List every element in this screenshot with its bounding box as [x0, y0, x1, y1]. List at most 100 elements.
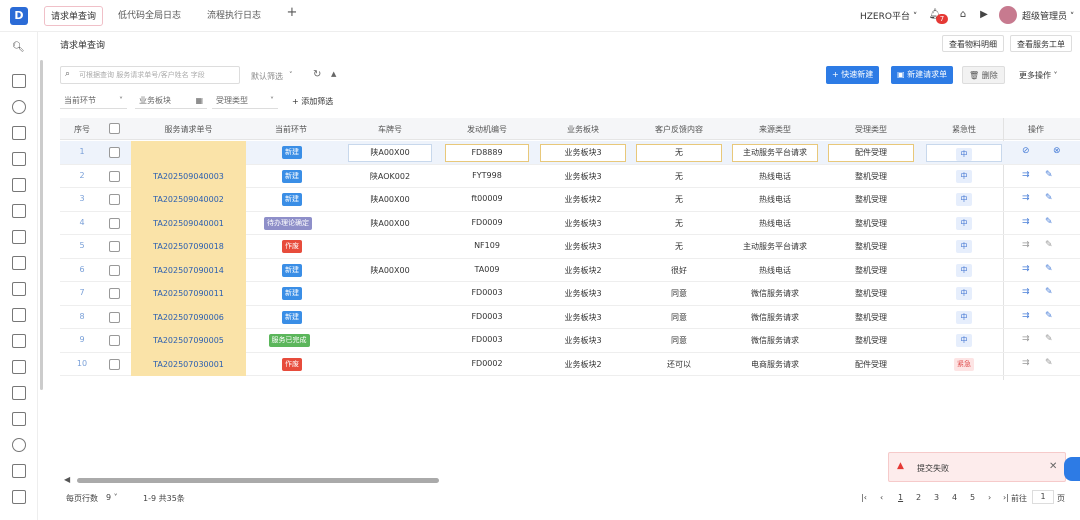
edit-icon[interactable]: ✎ — [1045, 264, 1053, 274]
confirm-icon[interactable]: ⊘ — [1022, 146, 1030, 156]
table-row[interactable]: 8 TA202507090006 新建 FD0003 业务板块3 同意 微信服务请求 整机受理… — [60, 305, 1080, 329]
row-checkbox[interactable] — [109, 194, 120, 205]
goto-page-input[interactable]: 1 — [1032, 490, 1054, 504]
rows-per-page-select[interactable]: 9 ˅ — [106, 493, 118, 502]
menu-icon-11[interactable] — [12, 334, 26, 348]
menu-icon-2[interactable] — [12, 100, 26, 114]
table-row[interactable]: 9 TA202507090005 服务已完成 FD0003 业务板块3 同意 微信服务请求 整… — [60, 329, 1080, 353]
menu-icon-4[interactable] — [12, 152, 26, 166]
menu-icon-12[interactable] — [12, 360, 26, 374]
view-material-button[interactable]: 查看物料明细 — [942, 35, 1004, 52]
row-checkbox[interactable] — [109, 358, 120, 370]
plate-input[interactable]: 陕A00X00 — [348, 144, 432, 162]
urgency-input[interactable]: 中 — [926, 144, 1002, 162]
menu-icon-7[interactable] — [12, 230, 26, 244]
business-block-select[interactable]: 业务板块 ▦ — [135, 92, 207, 109]
table-row[interactable]: 5 TA202507090018 作废 NF109 业务板块3 无 主动服务平台请求 整机受理… — [60, 235, 1080, 259]
request-no-link[interactable]: TA202507090014 — [131, 266, 246, 275]
tab-flow-log[interactable]: 流程执行日志 — [201, 6, 267, 26]
source-input[interactable]: 主动服务平台请求 — [732, 144, 818, 162]
floating-assistant-button[interactable] — [1064, 457, 1080, 481]
feedback-input[interactable]: 无 — [636, 144, 722, 162]
menu-icon-14[interactable] — [12, 412, 26, 426]
row-checkbox[interactable] — [109, 217, 120, 229]
block-input[interactable]: 业务板块3 — [540, 144, 626, 162]
close-icon[interactable]: ✕ — [1049, 461, 1057, 472]
menu-icon-3[interactable] — [12, 126, 26, 140]
first-page-icon[interactable]: |‹ — [861, 493, 867, 502]
default-filter-select[interactable]: 默认筛选 — [251, 71, 283, 82]
new-request-button[interactable]: ▣ 新建请求单 — [891, 66, 954, 84]
menu-icon-5[interactable] — [12, 178, 26, 192]
page-1[interactable]: 1 — [898, 493, 903, 502]
edit-icon[interactable]: ✎ — [1045, 170, 1053, 180]
assign-icon[interactable]: ⇉ — [1022, 193, 1030, 203]
assign-icon[interactable]: ⇉ — [1022, 334, 1030, 344]
menu-icon-6[interactable] — [12, 204, 26, 218]
request-no-link[interactable]: TA202507090018 — [131, 242, 246, 251]
menu-icon-16[interactable] — [12, 464, 26, 478]
view-service-order-button[interactable]: 查看服务工单 — [1010, 35, 1072, 52]
refresh-icon[interactable]: ↻ — [313, 69, 321, 80]
row-checkbox[interactable] — [109, 264, 120, 276]
menu-icon-13[interactable] — [12, 386, 26, 400]
row-checkbox[interactable] — [109, 335, 120, 346]
search-icon[interactable]: 🔍︎ — [12, 42, 25, 53]
username[interactable]: 超级管理员 ˅ — [1022, 9, 1074, 22]
add-tab-button[interactable]: + — [285, 5, 299, 20]
menu-icon-1[interactable] — [12, 74, 26, 88]
assign-icon[interactable]: ⇉ — [1022, 287, 1030, 297]
prev-page-icon[interactable]: ‹ — [880, 493, 883, 502]
page-5[interactable]: 5 — [970, 493, 975, 502]
accept-type-select[interactable]: 受理类型 ˅ — [212, 92, 278, 109]
request-no-link[interactable]: TA202509040003 — [131, 172, 246, 181]
quick-new-button[interactable]: + 快速新建 — [826, 66, 880, 84]
edit-icon[interactable]: ✎ — [1045, 193, 1053, 203]
play-icon[interactable]: ▶ — [977, 8, 991, 22]
sidebar-scrollbar[interactable] — [40, 60, 43, 390]
table-row[interactable]: 10 TA202507030001 作废 FD0002 业务板块2 还可以 电商服务请求 配件… — [60, 352, 1080, 376]
request-no-link[interactable]: TA202509040001 — [131, 219, 246, 228]
avatar[interactable] — [999, 6, 1017, 24]
assign-icon[interactable]: ⇉ — [1022, 240, 1030, 250]
page-2[interactable]: 2 — [916, 493, 921, 502]
row-checkbox[interactable] — [109, 288, 120, 299]
menu-icon-9[interactable] — [12, 282, 26, 296]
request-no-link[interactable]: TA202507090011 — [131, 289, 246, 298]
tab-lowcode-log[interactable]: 低代码全局日志 — [112, 6, 187, 26]
edit-icon[interactable]: ✎ — [1045, 311, 1053, 321]
table-row[interactable]: 4 TA202509040001 待办理论确定 陕A00X00 FD0009 业务板块3 无… — [60, 211, 1080, 235]
menu-icon-10[interactable] — [12, 308, 26, 322]
request-no-link[interactable]: TA202507030001 — [131, 360, 246, 369]
scroll-left-icon[interactable]: ◀ — [64, 475, 70, 484]
more-actions-button[interactable]: 更多操作 ˅ — [1019, 70, 1058, 81]
table-row[interactable]: 3 TA202509040002 新建 陕A00X00 ft00009 业务板块2 无 热线电… — [60, 188, 1080, 212]
edit-icon[interactable]: ✎ — [1045, 287, 1053, 297]
assign-icon[interactable]: ⇉ — [1022, 170, 1030, 180]
last-page-icon[interactable]: ›| — [1003, 493, 1009, 502]
edit-icon[interactable]: ✎ — [1045, 358, 1053, 368]
tab-request-query[interactable]: 请求单查询 — [44, 6, 104, 26]
chevron-down-icon[interactable]: ˅ — [289, 71, 293, 79]
table-row[interactable]: 7 TA202507090011 新建 FD0003 业务板块3 同意 微信服务请求 整机受理… — [60, 282, 1080, 306]
current-stage-select[interactable]: 当前环节 ˅ — [60, 92, 127, 109]
row-checkbox[interactable] — [109, 170, 120, 182]
menu-icon-15[interactable] — [12, 438, 26, 452]
edit-icon[interactable]: ✎ — [1045, 334, 1053, 344]
row-checkbox[interactable] — [109, 241, 120, 252]
page-4[interactable]: 4 — [952, 493, 957, 502]
select-all-checkbox[interactable] — [109, 123, 120, 134]
row-checkbox[interactable] — [109, 147, 120, 158]
assign-icon[interactable]: ⇉ — [1022, 311, 1030, 321]
collapse-icon[interactable]: ▲ — [331, 70, 336, 78]
accept-input[interactable]: 配件受理 — [828, 144, 914, 162]
table-row[interactable]: 6 TA202507090014 新建 陕A00X00 TA009 业务板块2 很好 热线电话… — [60, 258, 1080, 282]
menu-icon-8[interactable] — [12, 256, 26, 270]
search-input[interactable]: 可根据查询 服务请求单号/客户姓名 字段 — [60, 66, 240, 84]
horizontal-scrollbar[interactable] — [77, 478, 439, 483]
page-3[interactable]: 3 — [934, 493, 939, 502]
edit-icon[interactable]: ✎ — [1045, 217, 1053, 227]
request-no-link[interactable]: TA202509040002 — [131, 195, 246, 204]
next-page-icon[interactable]: › — [988, 493, 991, 502]
request-no-link[interactable]: TA202507090006 — [131, 313, 246, 322]
